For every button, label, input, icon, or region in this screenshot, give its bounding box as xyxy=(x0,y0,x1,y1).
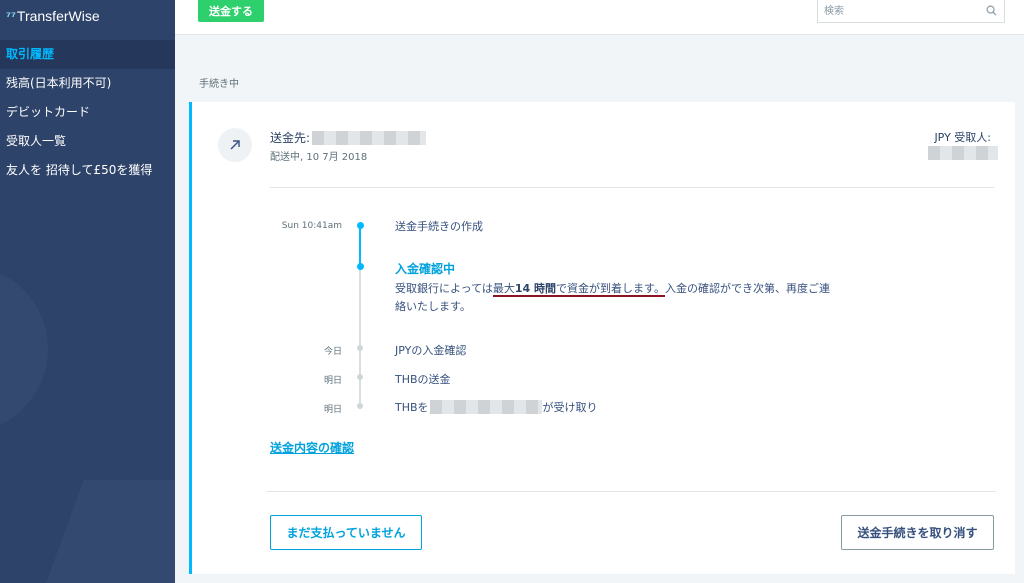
sidebar-item-debit-card[interactable]: デビットカード xyxy=(0,98,175,127)
sidebar-decoration xyxy=(0,265,48,433)
section-label-in-progress: 手続き中 xyxy=(199,79,239,90)
sidebar-item-transactions[interactable]: 取引履歴 xyxy=(0,40,175,69)
footer-divider xyxy=(266,491,996,492)
desc-pre: 受取銀行によっては xyxy=(395,282,493,295)
arrow-up-right-icon xyxy=(218,128,252,162)
timeline-time-receive: 明日 xyxy=(323,405,342,415)
search-icon[interactable] xyxy=(986,5,997,16)
timeline-dot-receive xyxy=(357,403,363,409)
sidebar: ⁷⁷ TransferWise 取引履歴 残高(日本利用不可) デビットカード … xyxy=(0,0,175,583)
top-bar: 送金する xyxy=(175,0,1024,35)
timeline-dot-thb xyxy=(357,374,363,380)
timeline-step-created: 送金手続きの作成 xyxy=(395,220,483,233)
desc-hl-bold: 14 時間 xyxy=(514,282,557,295)
timeline-line-pending xyxy=(359,270,361,408)
send-money-button[interactable]: 送金する xyxy=(198,0,264,22)
timeline-step-jpy: JPYの入金確認 xyxy=(395,344,467,357)
transfer-status-line: 配送中, 10 7月 2018 xyxy=(270,152,368,163)
receiver-name-redacted xyxy=(429,400,542,414)
timeline-active-title: 入金確認中 xyxy=(395,262,456,276)
timeline-step-receive: THBを が受け取り xyxy=(395,399,598,415)
transfer-card: 送金先: 配送中, 10 7月 2018 JPY 受取人: Sun 10:41a… xyxy=(189,102,1015,574)
search-input[interactable] xyxy=(824,2,974,20)
not-paid-yet-button[interactable]: まだ支払っていません xyxy=(270,515,422,550)
timeline-active-description: 受取銀行によっては最大14 時間で資金が到着します。入金の確認ができ次第、再度ご… xyxy=(395,280,835,316)
view-transfer-details-link[interactable]: 送金内容の確認 xyxy=(270,439,354,456)
logo[interactable]: ⁷⁷ TransferWise xyxy=(6,6,100,26)
receive-suffix: が受け取り xyxy=(542,401,598,414)
timeline-dot-jpy xyxy=(357,345,363,351)
header-divider xyxy=(270,187,994,188)
timeline-step-thb: THBの送金 xyxy=(395,373,451,386)
desc-hl-2: で資金が到着します。 xyxy=(556,282,665,295)
cancel-transfer-button[interactable]: 送金手続きを取り消す xyxy=(841,515,994,550)
recipient-name-redacted xyxy=(312,130,427,145)
timeline-time-created: Sun 10:41am xyxy=(281,221,342,231)
timeline-time-jpy: 今日 xyxy=(323,347,342,357)
amount-redacted xyxy=(928,146,998,160)
receive-prefix: THBを xyxy=(395,401,429,414)
search-box xyxy=(817,0,1005,23)
sidebar-nav: 取引履歴 残高(日本利用不可) デビットカード 受取人一覧 友人を 招待して£5… xyxy=(0,40,175,185)
desc-hl-1: 最大 xyxy=(492,282,515,295)
logo-flag-icon: ⁷⁷ xyxy=(6,9,16,23)
recipient-row: 送金先: xyxy=(270,129,427,146)
desc-highlight: 最大14 時間で資金が到着します。 xyxy=(492,282,665,297)
recipient-prefix: 送金先: xyxy=(270,131,311,145)
timeline-dot-active xyxy=(357,263,364,270)
logo-text: TransferWise xyxy=(16,8,100,24)
sidebar-decoration-band xyxy=(36,480,175,583)
sidebar-item-balance[interactable]: 残高(日本利用不可) xyxy=(0,69,175,98)
timeline-dot-created xyxy=(357,222,364,229)
sidebar-item-recipients[interactable]: 受取人一覧 xyxy=(0,127,175,156)
currency-recipient-label: JPY 受取人: xyxy=(934,131,991,144)
timeline-time-thb: 明日 xyxy=(323,376,342,386)
sidebar-item-invite[interactable]: 友人を 招待して£50を獲得 xyxy=(0,156,175,185)
